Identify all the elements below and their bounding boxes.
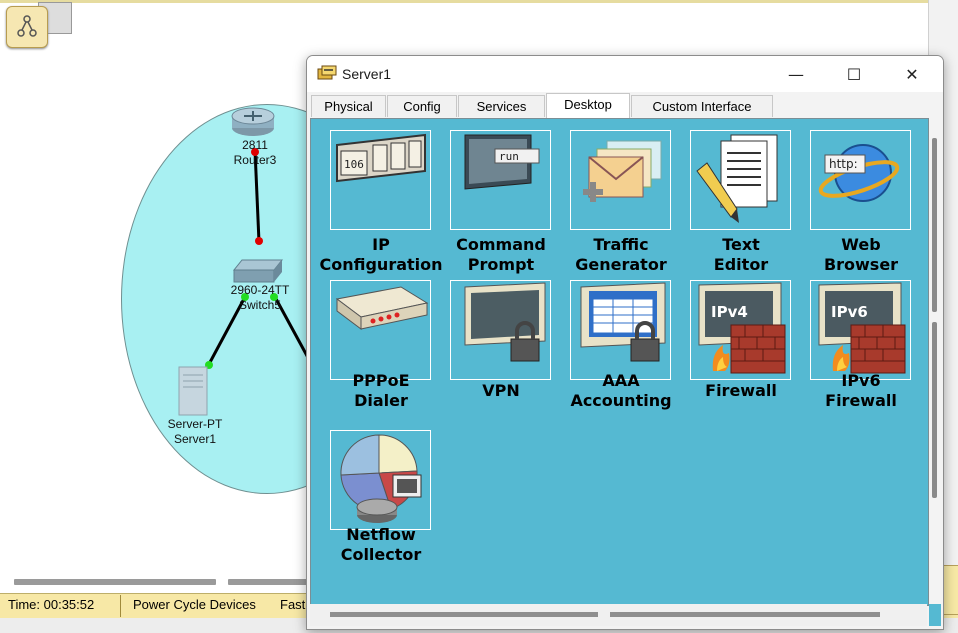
netflow-collector-icon	[330, 430, 431, 530]
app-label: VPN	[482, 381, 520, 400]
switch-label: 2960-24TT Switch5	[214, 283, 306, 313]
ipv6-firewall-icon-text: IPv6	[831, 303, 868, 321]
tab-services[interactable]: Services	[458, 95, 545, 117]
tab-physical[interactable]: Physical	[311, 95, 386, 117]
fast-forward-button[interactable]: Fast	[280, 597, 305, 612]
time-display: Time: 00:35:52	[8, 597, 95, 612]
minimize-button[interactable]: —	[767, 56, 825, 92]
server-name: Server1	[173, 432, 217, 446]
tab-config[interactable]: Config	[387, 95, 457, 117]
web-browser-icon: http:	[810, 130, 911, 230]
vscroll-thumb[interactable]	[932, 322, 937, 498]
realtime-mode-icon[interactable]	[942, 565, 958, 615]
switch-icon	[232, 259, 284, 283]
app-command-prompt[interactable]: run Command Prompt	[431, 119, 551, 274]
hscroll-thumb[interactable]	[330, 612, 598, 617]
hscroll-thumb[interactable]	[610, 612, 880, 617]
firewall-icon-text: IPv4	[711, 303, 748, 321]
switch-device[interactable]	[232, 258, 284, 284]
command-prompt-icon: run	[450, 130, 551, 230]
vpn-icon	[450, 280, 551, 380]
ip-config-icon-text: 106	[344, 158, 364, 171]
aaa-accounting-icon	[570, 280, 671, 380]
app-text-editor[interactable]: Text Editor	[671, 119, 791, 274]
router-icon	[231, 107, 275, 136]
app-label: Netflow Collector	[340, 525, 422, 564]
tab-custom-interface[interactable]: Custom Interface	[631, 95, 773, 117]
workspace-hscroll-thumb[interactable]	[14, 579, 216, 585]
server-model: Server-PT	[167, 417, 223, 431]
pppoe-dialer-icon	[330, 280, 431, 380]
maximize-button[interactable]: ☐	[825, 56, 883, 92]
switch-model: 2960-24TT	[230, 283, 290, 297]
window-titlebar[interactable]: Server1 — ☐ ✕	[307, 56, 943, 92]
minimize-icon: —	[788, 64, 804, 84]
scroll-corner	[929, 604, 941, 626]
server-device[interactable]	[177, 365, 209, 417]
vscroll-thumb[interactable]	[932, 138, 937, 312]
desktop-vertical-scrollbar[interactable]	[929, 118, 941, 604]
router-model: 2811	[242, 138, 268, 152]
command-prompt-icon-text: run	[499, 150, 519, 163]
switch-name: Switch5	[238, 298, 282, 312]
window-tabs: Physical Config Services Desktop Custom …	[307, 93, 943, 118]
desktop-panel: 106 IP Configuration run Command Prompt	[310, 118, 929, 606]
app-pppoe-dialer[interactable]: PPPoE Dialer	[311, 269, 431, 419]
packet-tracer-icon	[317, 65, 337, 80]
app-label: IPv6 Firewall	[825, 371, 897, 410]
text-editor-icon	[690, 130, 791, 230]
app-netflow-collector[interactable]: Netflow Collector	[311, 419, 431, 569]
web-browser-icon-text: http:	[829, 157, 858, 171]
router-name: Router3	[233, 153, 277, 167]
server-label: Server-PT Server1	[155, 417, 235, 447]
ip-config-icon: 106	[330, 130, 431, 230]
app-ip-configuration[interactable]: 106 IP Configuration	[311, 119, 443, 274]
app-web-browser[interactable]: http: Web Browser	[791, 119, 911, 274]
app-ipv6-firewall[interactable]: IPv6 IPv6 Firewall	[791, 269, 911, 419]
app-firewall[interactable]: IPv4 Firewall	[671, 269, 791, 419]
status-separator	[120, 595, 121, 617]
power-cycle-button[interactable]: Power Cycle Devices	[133, 597, 256, 612]
app-label: PPPoE Dialer	[352, 371, 410, 410]
ipv6-firewall-icon: IPv6	[810, 280, 911, 380]
app-label: AAA Accounting	[570, 371, 672, 410]
firewall-icon: IPv4	[690, 280, 791, 380]
workspace-hscroll-thumb[interactable]	[228, 579, 308, 585]
maximize-icon: ☐	[846, 64, 862, 84]
link-status-dot	[255, 237, 263, 245]
app-label: Firewall	[705, 381, 777, 400]
router-device[interactable]	[230, 106, 276, 138]
server1-window[interactable]: Server1 — ☐ ✕ Physical Config Services D…	[306, 55, 944, 630]
app-vpn[interactable]: VPN	[431, 269, 551, 419]
close-icon: ✕	[905, 64, 919, 84]
app-aaa-accounting[interactable]: AAA Accounting	[551, 269, 672, 419]
traffic-generator-icon	[570, 130, 671, 230]
tab-desktop[interactable]: Desktop	[546, 93, 630, 118]
server-icon	[178, 366, 208, 416]
app-traffic-generator[interactable]: Traffic Generator	[551, 119, 671, 274]
router-label: 2811 Router3	[220, 138, 290, 168]
desktop-horizontal-scrollbar[interactable]	[310, 604, 927, 626]
close-button[interactable]: ✕	[883, 56, 941, 92]
window-title: Server1	[342, 66, 392, 82]
